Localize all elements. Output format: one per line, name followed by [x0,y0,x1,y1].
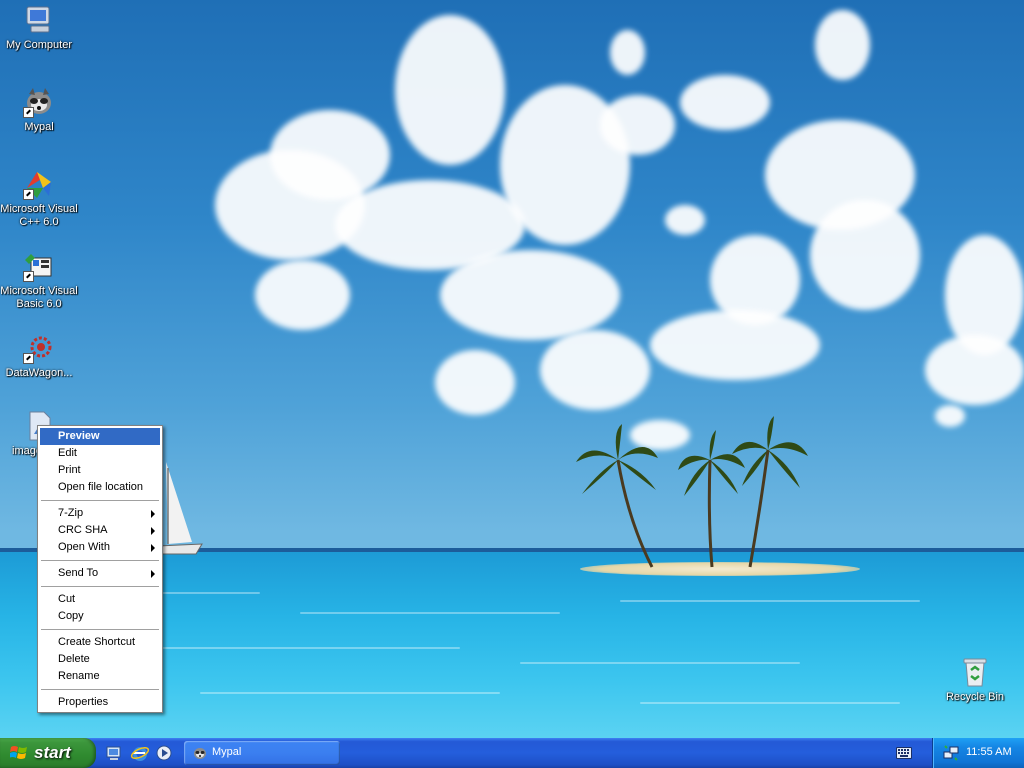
cloud [540,330,650,410]
cloud [610,30,645,75]
cloud [925,335,1024,405]
menu-item-label: Open file location [58,481,143,493]
menu-item-label: CRC SHA [58,524,108,536]
keyboard-icon[interactable] [896,747,912,759]
menu-item-label: Print [58,464,81,476]
taskbar: start Mypal 11:55 AM [0,738,1024,768]
menu-item-print[interactable]: Print [40,462,160,479]
internet-explorer-icon[interactable] [130,743,150,763]
desktop[interactable]: My Computer Mypal Microsoft Visual C++ 6… [0,0,1024,738]
menu-item-label: Send To [58,567,99,579]
cloud [810,200,920,310]
shortcut-arrow-icon [23,271,34,282]
mypal-raccoon-icon [194,748,206,759]
menu-item-label: Rename [58,670,100,682]
visual-basic-icon [23,250,55,282]
desktop-icon-label: DataWagon... [5,367,73,379]
cloud [270,110,390,200]
cloud [650,310,820,380]
desktop-icon-visual-cpp[interactable]: Microsoft Visual C++ 6.0 [0,168,78,229]
menu-item-properties[interactable]: Properties [40,694,160,711]
cloud [255,260,350,330]
desktop-icon-my-computer[interactable]: My Computer [0,4,78,52]
clock[interactable]: 11:55 AM [966,746,1012,758]
desktop-icon-mypal[interactable]: Mypal [0,86,78,134]
show-desktop-icon[interactable] [104,743,124,763]
menu-item-label: Delete [58,653,90,665]
datawagon-icon [23,332,55,364]
menu-item-copy[interactable]: Copy [40,608,160,625]
cloud [680,75,770,130]
menu-item-label: Preview [58,430,100,442]
desktop-icon-visual-basic[interactable]: Microsoft Visual Basic 6.0 [0,250,78,311]
desktop-icon-label: Microsoft Visual C++ 6.0 [0,203,78,228]
desktop-icon-datawagon[interactable]: DataWagon... [0,332,78,380]
menu-item-label: Cut [58,593,76,605]
cloud [395,15,505,165]
menu-separator [41,629,159,630]
visual-cpp-icon [23,168,55,200]
menu-separator [41,500,159,501]
context-menu: Preview Edit Print Open file location 7-… [37,425,163,713]
submenu-arrow-icon [151,527,155,535]
menu-item-open-with[interactable]: Open With [40,539,160,556]
shortcut-arrow-icon [23,353,34,364]
cloud [815,10,870,80]
submenu-arrow-icon [151,510,155,518]
media-player-icon[interactable] [154,743,174,763]
menu-item-label: Edit [58,447,77,459]
desktop-icon-label: Microsoft Visual Basic 6.0 [0,285,78,310]
cloud [600,95,675,155]
menu-item-label: 7-Zip [58,507,84,519]
menu-item-send-to[interactable]: Send To [40,565,160,582]
menu-item-cut[interactable]: Cut [40,591,160,608]
taskbar-button-mypal[interactable]: Mypal [184,741,340,765]
recycle-bin-icon [959,656,991,688]
taskbar-button-label: Mypal [212,746,242,758]
menu-item-edit[interactable]: Edit [40,445,160,462]
submenu-arrow-icon [151,570,155,578]
shortcut-arrow-icon [23,107,34,118]
desktop-icon-label: Recycle Bin [945,691,1005,703]
cloud [665,205,705,235]
menu-item-rename[interactable]: Rename [40,668,160,685]
mypal-raccoon-icon [23,86,55,118]
desktop-icon-recycle-bin[interactable]: Recycle Bin [936,656,1014,704]
cloud [935,405,965,427]
menu-item-label: Properties [58,696,109,708]
menu-item-label: Open With [58,541,110,553]
my-computer-icon [23,4,55,36]
system-tray: 11:55 AM [932,738,1024,768]
menu-separator [41,560,159,561]
cloud [440,250,620,340]
sailboat [158,462,203,555]
cloud [435,350,515,415]
desktop-icon-label: Mypal [24,121,54,133]
menu-separator [41,689,159,690]
start-button[interactable]: start [0,738,96,768]
shortcut-arrow-icon [23,189,34,200]
windows-flag-icon [10,746,27,759]
menu-item-delete[interactable]: Delete [40,651,160,668]
palm-trees [576,416,808,568]
menu-separator [41,586,159,587]
menu-item-preview[interactable]: Preview [40,428,160,445]
menu-item-crc-sha[interactable]: CRC SHA [40,522,160,539]
desktop-icon-label: My Computer [5,39,73,51]
start-label: start [34,743,71,762]
menu-item-label: Create Shortcut [58,636,136,648]
menu-item-7zip[interactable]: 7-Zip [40,505,160,522]
submenu-arrow-icon [151,544,155,552]
menu-item-open-file-location[interactable]: Open file location [40,479,160,496]
network-icon[interactable] [943,745,959,761]
menu-item-create-shortcut[interactable]: Create Shortcut [40,634,160,651]
menu-item-label: Copy [58,610,84,622]
